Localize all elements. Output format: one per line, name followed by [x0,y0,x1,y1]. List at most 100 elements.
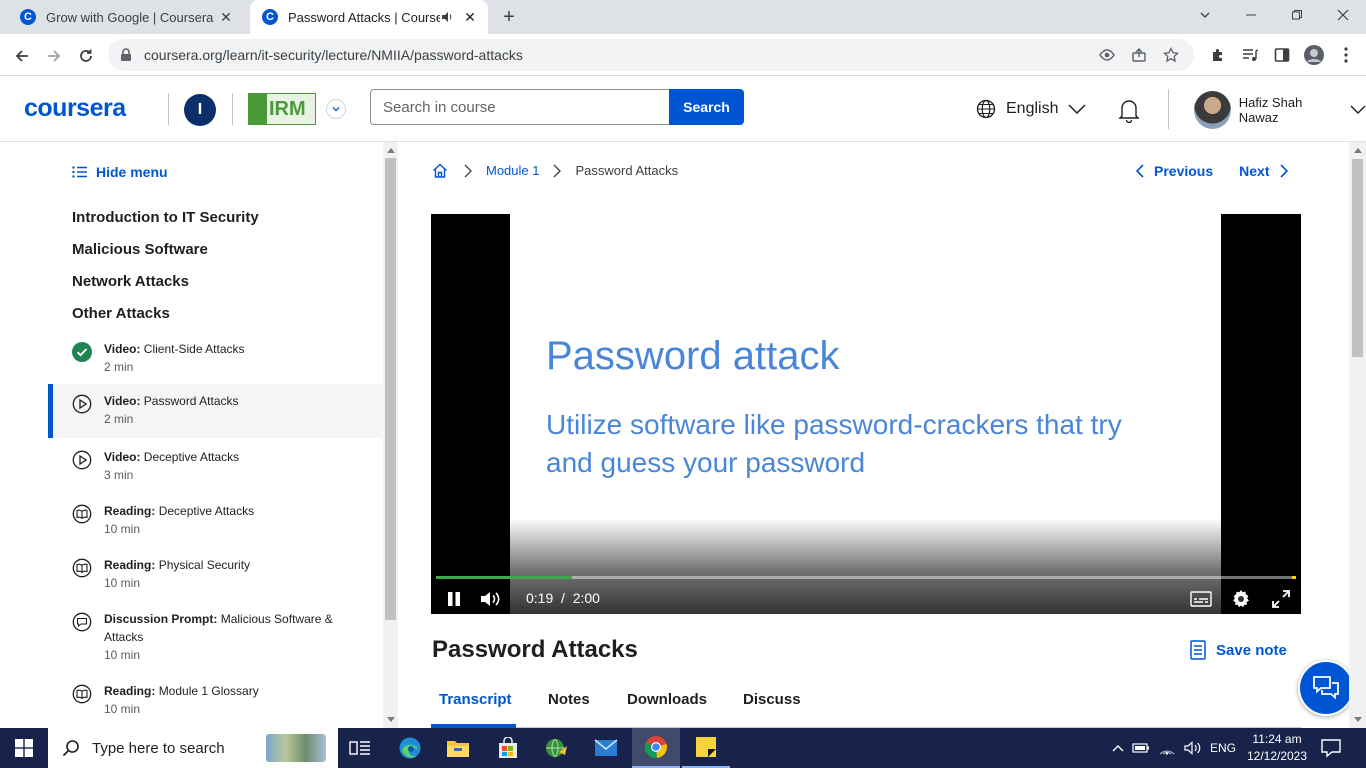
notifications-center-icon[interactable] [1320,737,1342,759]
back-arrow-icon[interactable] [8,42,36,70]
extensions-puzzle-icon[interactable] [1202,42,1234,68]
user-menu[interactable]: Hafiz Shah Nawaz [1194,91,1366,129]
tab-title: Grow with Google | Coursera [46,9,214,25]
system-tray: ENG [1112,728,1244,768]
header-divider [1168,89,1169,129]
show-hidden-icons-chevron-icon[interactable] [1112,744,1124,752]
new-tab-plus-icon[interactable]: + [498,6,520,28]
speaker-audio-icon[interactable] [440,10,456,24]
file-explorer-icon[interactable] [434,728,482,768]
mail-icon[interactable] [582,728,630,768]
outline-item-physical-security[interactable]: Reading: Physical Security 10 min [48,556,382,610]
save-note-label: Save note [1216,641,1287,659]
tab-search-chevron-icon[interactable] [1182,0,1228,30]
search-button[interactable]: Search [669,89,744,125]
notifications-bell-icon[interactable] [1116,97,1142,123]
page-scrollbar[interactable] [1349,142,1366,728]
coursera-logo[interactable]: coursera [24,94,126,123]
save-note-button[interactable]: Save note [1190,640,1287,660]
captions-icon[interactable] [1189,588,1213,610]
fullscreen-icon[interactable] [1269,588,1293,610]
video-player[interactable]: Password attack Utilize software like pa… [431,214,1301,614]
pause-icon[interactable] [445,588,463,610]
share-icon[interactable] [1128,47,1150,63]
list-menu-icon [72,166,87,178]
window-controls [1182,0,1366,34]
hide-menu-button[interactable]: Hide menu [72,164,168,180]
close-window-icon[interactable] [1320,0,1366,30]
irm-partner-logo[interactable]: IRM [248,93,316,125]
tab-discuss[interactable]: Discuss [743,691,801,708]
module-other-attacks[interactable]: Other Attacks [72,305,170,322]
chat-help-button[interactable] [1298,660,1354,716]
module-malicious-software[interactable]: Malicious Software [72,241,208,258]
taskbar-search-box[interactable]: Type here to search [48,728,338,768]
org-switch-chevron-icon[interactable] [326,99,346,119]
taskbar-clock[interactable]: 11:24 am 12/12/2023 [1244,731,1310,765]
outline-item-module-1-glossary[interactable]: Reading: Module 1 Glossary 10 min [48,682,382,728]
close-tab-icon[interactable]: ✕ [218,9,234,26]
home-icon[interactable] [432,163,448,178]
language-selector[interactable]: English [976,99,1087,119]
next-button[interactable]: Next [1239,163,1269,179]
sticky-notes-icon[interactable] [682,728,730,768]
tab-downloads[interactable]: Downloads [627,691,707,708]
outline-item-label: Discussion Prompt: Malicious Software & … [104,612,333,644]
tab-transcript[interactable]: Transcript [439,691,512,708]
settings-gear-icon[interactable] [1229,588,1253,610]
browser-tab-grow-with-google[interactable]: C Grow with Google | Coursera ✕ [8,0,244,34]
browser-tab-password-attacks[interactable]: C Password Attacks | Coursera ✕ [250,0,488,34]
scroll-up-arrow-icon[interactable] [1354,148,1362,153]
video-progress-bar[interactable] [436,576,1296,579]
outline-item-deceptive-attacks-video[interactable]: Video: Deceptive Attacks 3 min [48,448,382,502]
open-book-icon [72,558,92,578]
play-circle-icon [72,394,92,414]
media-controls-icon[interactable] [1234,42,1266,68]
profile-avatar-icon[interactable] [1298,42,1330,68]
previous-button[interactable]: Previous [1154,163,1213,179]
windows-start-icon[interactable] [0,728,48,768]
side-panel-icon[interactable] [1266,42,1298,68]
microsoft-store-icon[interactable] [484,728,532,768]
user-avatar [1194,91,1231,129]
chat-bubbles-icon [1313,676,1339,700]
eye-icon[interactable] [1096,47,1118,63]
close-tab-icon[interactable]: ✕ [462,9,478,26]
input-language[interactable]: ENG [1210,741,1236,755]
battery-icon[interactable] [1132,742,1150,754]
volume-icon[interactable] [479,588,503,610]
scroll-down-arrow-icon[interactable] [1354,717,1362,722]
language-label: English [1006,100,1059,117]
scrollbar-thumb[interactable] [385,158,396,620]
outline-item-deceptive-attacks-reading[interactable]: Reading: Deceptive Attacks 10 min [48,502,382,556]
chevron-right-icon [553,164,562,178]
lock-icon[interactable] [120,48,136,62]
tab-notes[interactable]: Notes [548,691,590,708]
scroll-up-arrow-icon[interactable] [387,148,395,153]
restore-icon[interactable] [1274,0,1320,30]
speaker-volume-icon[interactable] [1184,741,1202,755]
task-view-icon[interactable] [336,728,384,768]
module-introduction-to-it-security[interactable]: Introduction to IT Security [72,209,259,226]
course-search-input[interactable]: Search in course [370,89,670,125]
forward-arrow-icon[interactable] [40,42,68,70]
wifi-icon[interactable] [1158,741,1176,755]
outline-item-discussion-prompt[interactable]: Discussion Prompt: Malicious Software & … [48,610,382,682]
browser-menu-kebab-icon[interactable] [1330,42,1362,68]
reload-icon[interactable] [72,42,100,70]
chevron-right-icon [1279,164,1288,178]
scroll-down-arrow-icon[interactable] [387,717,395,722]
edge-browser-icon[interactable] [386,728,434,768]
minimize-icon[interactable] [1228,0,1274,30]
outline-item-label: Video: Client-Side Attacks [104,342,245,356]
breadcrumb-module-link[interactable]: Module 1 [486,163,539,178]
network-globe-app-icon[interactable] [532,728,580,768]
module-network-attacks[interactable]: Network Attacks [72,273,189,290]
outline-item-password-attacks[interactable]: Video: Password Attacks 2 min [48,384,382,438]
institution-badge[interactable]: I [184,94,216,126]
chrome-browser-icon[interactable] [632,728,680,768]
address-bar[interactable]: coursera.org/learn/it-security/lecture/N… [108,39,1194,71]
scrollbar-thumb[interactable] [1352,159,1363,357]
bookmark-star-icon[interactable] [1160,47,1182,63]
sidebar-scrollbar[interactable] [383,142,398,728]
